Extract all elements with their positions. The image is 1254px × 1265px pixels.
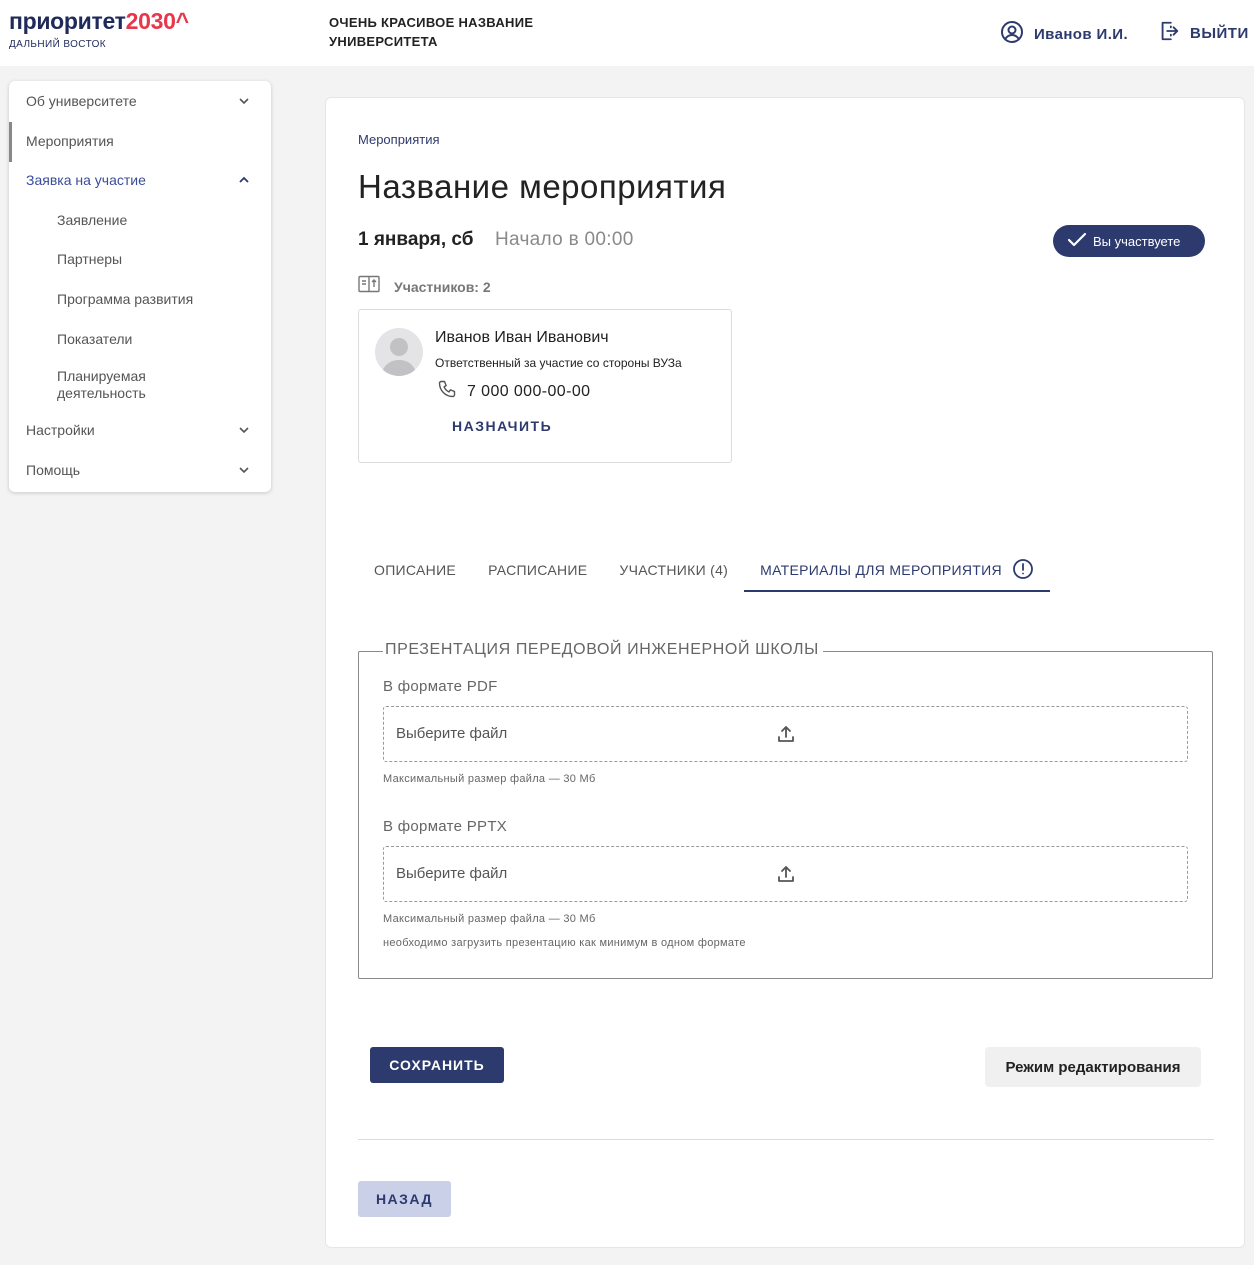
status-badge: Вы участвуете (1053, 225, 1205, 257)
pdf-size-hint: Максимальный размер файла — 30 Мб (383, 773, 596, 785)
upload-icon (776, 864, 796, 889)
person-phone: 7 000 000-00-00 (437, 379, 590, 404)
sidebar-item-label: Об университете (26, 93, 137, 109)
chevron-down-icon (237, 423, 251, 440)
logo[interactable]: приоритет2030^ ДАЛЬНИЙ ВОСТОК (9, 8, 189, 50)
tab-label: МАТЕРИАЛЫ ДЛЯ МЕРОПРИЯТИЯ (760, 562, 1002, 578)
logout-button[interactable]: ВЫЙТИ (1158, 20, 1249, 47)
sidebar-item-label: Планируемая деятельность (57, 368, 146, 401)
sidebar-item-statement[interactable]: Заявление (9, 205, 271, 235)
tab-label: ОПИСАНИЕ (374, 562, 457, 578)
sidebar-item-label: Настройки (26, 422, 95, 438)
sidebar-item-label: Программа развития (57, 291, 194, 307)
tab-schedule[interactable]: РАСПИСАНИЕ (472, 548, 603, 592)
pptx-file-placeholder: Выберите файл (396, 865, 508, 882)
participants-count: Участников: 2 (358, 275, 491, 298)
person-role: Ответственный за участие со стороны ВУЗа (435, 356, 682, 370)
user-circle-icon (1000, 20, 1024, 49)
divider (358, 1139, 1214, 1140)
sidebar-item-label: Заявка на участие (26, 172, 146, 188)
chevron-down-icon (237, 463, 251, 480)
user-menu[interactable]: Иванов И.И. (1000, 20, 1128, 49)
participants-icon (358, 275, 380, 298)
page-title: Название мероприятия (358, 168, 727, 205)
event-card: Мероприятия Название мероприятия 1 январ… (325, 97, 1245, 1248)
tab-label: УЧАСТНИКИ (4) (619, 562, 729, 578)
sidebar-item-planned-activity[interactable]: Планируемая деятельность (9, 365, 199, 405)
event-date: 1 января, сб (358, 229, 474, 250)
avatar (375, 328, 423, 376)
sidebar-item-label: Заявление (57, 212, 128, 228)
sidebar-item-label: Показатели (57, 331, 133, 347)
pptx-file-dropzone[interactable]: Выберите файл (383, 846, 1188, 902)
breadcrumb[interactable]: Мероприятия (358, 132, 440, 147)
check-icon (1067, 232, 1093, 251)
sidebar-item-about[interactable]: Об университете (9, 86, 271, 116)
tab-materials[interactable]: МАТЕРИАЛЫ ДЛЯ МЕРОПРИЯТИЯ (744, 548, 1050, 592)
edit-mode-button[interactable]: Режим редактирования (985, 1047, 1201, 1087)
fieldset-legend: ПРЕЗЕНТАЦИЯ ПЕРЕДОВОЙ ИНЖЕНЕРНОЙ ШКОЛЫ (383, 641, 823, 659)
back-button[interactable]: НАЗАД (358, 1181, 451, 1217)
sidebar-item-partners[interactable]: Партнеры (9, 244, 271, 274)
tab-participants[interactable]: УЧАСТНИКИ (4) (603, 548, 744, 592)
event-start-time: Начало в 00:00 (495, 229, 634, 250)
tab-description[interactable]: ОПИСАНИЕ (358, 548, 472, 592)
sidebar-item-help[interactable]: Помощь (9, 455, 271, 485)
sidebar-nav: Об университете Мероприятия Заявка на уч… (9, 81, 271, 492)
chevron-down-icon (237, 94, 251, 111)
university-name: ОЧЕНЬ КРАСИВОЕ НАЗВАНИЕ УНИВЕРСИТЕТА (329, 15, 534, 49)
logo-subtitle: ДАЛЬНИЙ ВОСТОК (9, 39, 107, 50)
phone-number: 7 000 000-00-00 (467, 382, 591, 400)
sidebar-item-label: Партнеры (57, 251, 123, 267)
phone-icon (437, 379, 457, 404)
pdf-label: В формате PDF (383, 678, 498, 695)
assign-button[interactable]: НАЗНАЧИТЬ (452, 418, 552, 434)
person-name: Иванов Иван Иванович (435, 329, 609, 346)
sidebar-item-label: Мероприятия (26, 133, 114, 149)
presentation-fieldset: ПРЕЗЕНТАЦИЯ ПЕРЕДОВОЙ ИНЖЕНЕРНОЙ ШКОЛЫ В… (358, 641, 1213, 979)
user-name: Иванов И.И. (1034, 26, 1129, 43)
sidebar-item-application[interactable]: Заявка на участие (9, 165, 271, 195)
pptx-label: В формате PPTX (383, 818, 508, 835)
pdf-file-placeholder: Выберите файл (396, 725, 508, 742)
pptx-size-hint: Максимальный размер файла — 30 Мб (383, 913, 596, 925)
responsible-person-card: Иванов Иван Иванович Ответственный за уч… (358, 309, 732, 463)
sidebar-item-development-program[interactable]: Программа развития (9, 284, 271, 314)
participants-label: Участников: 2 (394, 278, 491, 295)
sidebar-item-indicators[interactable]: Показатели (9, 324, 271, 354)
logo-wordmark: приоритет2030^ (9, 8, 189, 34)
pdf-file-dropzone[interactable]: Выберите файл (383, 706, 1188, 762)
logout-label: ВЫЙТИ (1190, 25, 1249, 42)
save-button[interactable]: СОХРАНИТЬ (370, 1047, 504, 1083)
status-badge-label: Вы участвуете (1093, 233, 1181, 249)
top-header: приоритет2030^ ДАЛЬНИЙ ВОСТОК ОЧЕНЬ КРАС… (0, 0, 1254, 66)
sidebar-item-settings[interactable]: Настройки (9, 415, 271, 445)
sidebar-item-events[interactable]: Мероприятия (9, 126, 271, 156)
sidebar-item-label: Помощь (26, 462, 81, 478)
upload-icon (776, 724, 796, 749)
alert-circle-icon (1012, 558, 1034, 583)
format-requirement-note: необходимо загрузить презентацию как мин… (383, 937, 746, 949)
logout-icon (1158, 20, 1180, 47)
tab-label: РАСПИСАНИЕ (488, 562, 588, 578)
tab-bar: ОПИСАНИЕ РАСПИСАНИЕ УЧАСТНИКИ (4) МАТЕРИ… (358, 548, 1050, 592)
chevron-up-icon (237, 173, 251, 190)
